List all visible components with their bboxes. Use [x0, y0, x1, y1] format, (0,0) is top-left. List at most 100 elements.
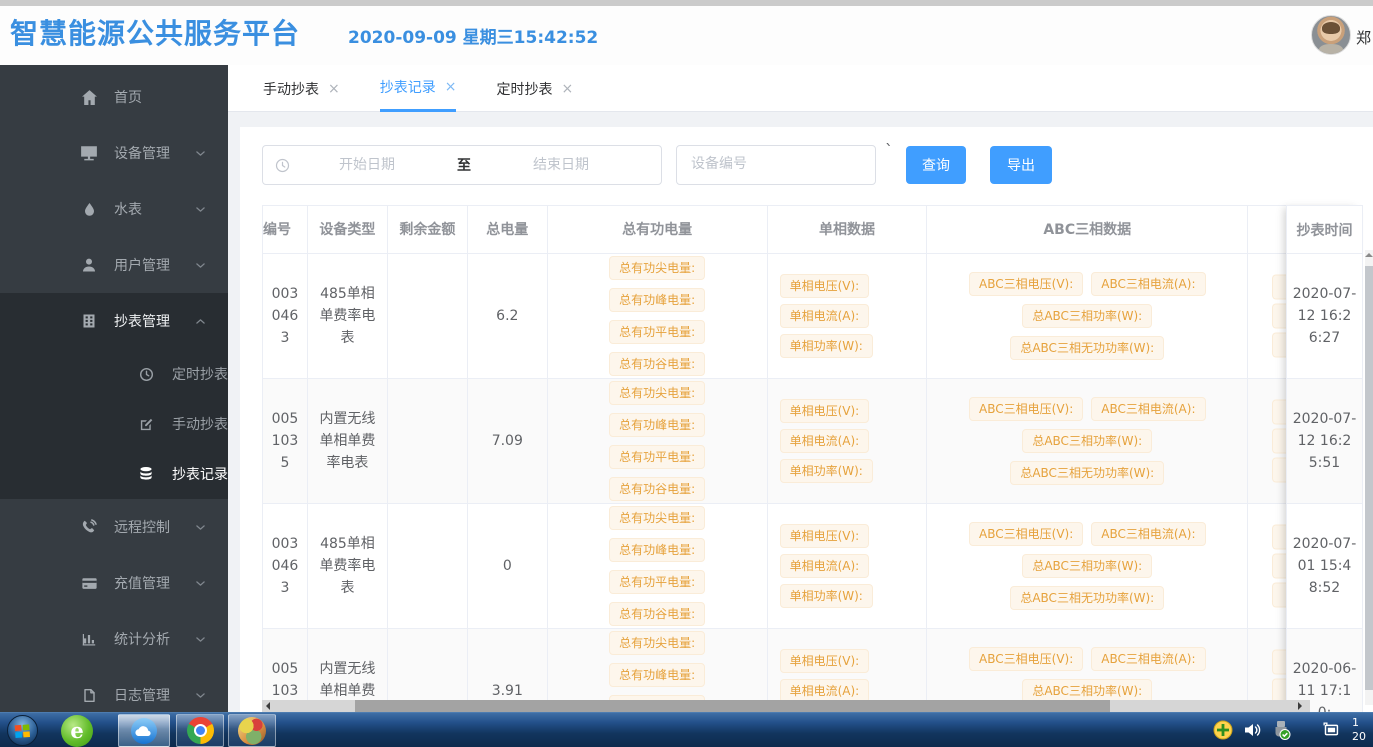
photo-app-icon [238, 717, 266, 745]
scroll-left-arrow-icon[interactable] [266, 702, 270, 710]
cell-balance [388, 254, 468, 378]
table-row: 0030463485单相单费率电表6.2总有功尖电量:总有功峰电量:总有功平电量… [262, 254, 1363, 379]
taskbar-button-photo-app[interactable] [228, 714, 276, 747]
cell-single-phase-tags: 单相电压(V):单相电流(A):单相功率(W): [768, 504, 928, 628]
user-name[interactable]: 郑 [1356, 27, 1373, 48]
cell-total-energy: 6.2 [468, 254, 548, 378]
horizontal-scrollbar-thumb[interactable] [355, 700, 1110, 712]
clipped-tag-stub [1272, 275, 1287, 300]
energy-tag: 总有功尖电量: [609, 631, 705, 655]
cell-abc-phase-tags: ABC三相电压(V):ABC三相电流(A):总ABC三相功率(W):总ABC三相… [927, 504, 1248, 628]
clipped-tag-stub [1272, 333, 1287, 358]
chevron-down-icon [194, 577, 206, 589]
chevron-down-icon [194, 633, 206, 645]
table-body: 0030463485单相单费率电表6.2总有功尖电量:总有功峰电量:总有功平电量… [262, 254, 1363, 712]
search-button[interactable]: 查询 [906, 146, 966, 184]
single-phase-tag: 单相电流(A): [780, 429, 870, 453]
cell-active-energy-tags: 总有功尖电量:总有功峰电量:总有功平电量:总有功谷电量: [548, 379, 768, 503]
sidebar-item-remote-control[interactable]: 远程控制 [0, 499, 228, 555]
cell-active-energy-tags: 总有功尖电量:总有功峰电量:总有功平电量:总有功谷电量: [548, 254, 768, 378]
abc-phase-tag: 总ABC三相无功功率(W): [1010, 336, 1164, 360]
sidebar-group-meter-reading-mgmt: 抄表管理定时抄表手动抄表抄表记录 [0, 293, 228, 499]
device-number-input[interactable] [689, 155, 863, 173]
cell-read-time: 2020-07-12 16:25:51 [1287, 379, 1362, 504]
start-button[interactable] [7, 715, 38, 746]
taskbar: e 1 [0, 712, 1373, 747]
end-date-input[interactable] [484, 156, 638, 174]
screen: 智慧能源公共服务平台 2020-09-09 星期三15:42:52 郑 首页设备… [0, 0, 1373, 747]
tray-clock[interactable]: 1 20 [1352, 716, 1373, 746]
sidebar-item-label: 统计分析 [114, 629, 170, 649]
cell-abc-phase-tags: ABC三相电压(V):ABC三相电流(A):总ABC三相功率(W):总ABC三相… [927, 254, 1248, 378]
taskbar-button-qq-browser[interactable] [118, 714, 170, 747]
abc-phase-tag: ABC三相电流(A): [1091, 522, 1205, 546]
scroll-up-arrow-icon[interactable] [1365, 253, 1373, 257]
sidebar-item-label: 定时抄表 [172, 364, 228, 384]
cell-read-time: 2020-07-12 16:26:27 [1287, 254, 1362, 379]
single-phase-tag: 单相电压(V): [780, 274, 870, 298]
tray-clock-date: 20 [1352, 730, 1373, 744]
tab-close-icon[interactable]: × [328, 81, 340, 97]
abc-phase-tag: ABC三相电压(V): [969, 647, 1083, 671]
scroll-right-arrow-icon[interactable] [1298, 702, 1302, 710]
taskbar-button-chrome[interactable] [176, 714, 224, 747]
sidebar-item-log-mgmt[interactable]: 日志管理 [0, 667, 228, 712]
vertical-scrollbar[interactable] [1365, 250, 1373, 705]
chevron-up-icon [194, 315, 206, 327]
single-phase-tag: 单相电流(A): [780, 304, 870, 328]
sidebar-item-device-mgmt[interactable]: 设备管理 [0, 125, 228, 181]
cell-device-type: 内置无线单相单费率电表 [308, 379, 388, 503]
tab-manual-reading[interactable]: 手动抄表× [263, 65, 340, 112]
cell-device-number: 0030463 [263, 254, 308, 378]
sidebar-item-scheduled-reading[interactable]: 定时抄表 [0, 349, 228, 399]
abc-phase-tag: 总ABC三相无功功率(W): [1010, 586, 1164, 610]
tab-close-icon[interactable]: × [561, 81, 573, 97]
records-icon [138, 466, 154, 482]
clipped-tag-stubs [1272, 271, 1287, 362]
usb-device-icon[interactable] [1270, 719, 1292, 741]
chrome-icon [187, 717, 214, 744]
content-card: 至 ` 查询 导出 备编号设备类型剩余金额总电量总有功电量单相数据ABC三相数据… [240, 127, 1373, 712]
vertical-scrollbar-thumb[interactable] [1365, 266, 1373, 690]
energy-tag: 总有功谷电量: [609, 477, 705, 501]
sidebar-item-reading-records[interactable]: 抄表记录 [0, 449, 228, 499]
tab-scheduled-reading[interactable]: 定时抄表× [496, 65, 573, 112]
column-header-3: 总电量 [468, 206, 548, 253]
sidebar-item-home[interactable]: 首页 [0, 69, 228, 125]
network-icon[interactable] [1320, 719, 1342, 741]
tab-close-icon[interactable]: × [445, 79, 457, 95]
speaker-icon[interactable] [1242, 719, 1264, 741]
export-button[interactable]: 导出 [990, 146, 1052, 184]
energy-tag: 总有功尖电量: [609, 256, 705, 280]
sidebar-item-meter-reading-mgmt[interactable]: 抄表管理 [0, 293, 228, 349]
sidebar-item-manual-reading[interactable]: 手动抄表 [0, 399, 228, 449]
safety-360-icon[interactable] [1212, 719, 1234, 741]
tab-reading-records[interactable]: 抄表记录× [380, 65, 457, 112]
column-header-6: ABC三相数据 [927, 206, 1248, 253]
header-datetime: 2020-09-09 星期三15:42:52 [348, 23, 598, 48]
energy-tag: 总有功谷电量: [609, 352, 705, 376]
sidebar-item-stats-analysis[interactable]: 统计分析 [0, 611, 228, 667]
taskbar-button-360-browser[interactable]: e [56, 714, 98, 747]
sidebar-item-label: 设备管理 [114, 143, 170, 163]
sidebar-item-user-mgmt[interactable]: 用户管理 [0, 237, 228, 293]
date-range-input[interactable]: 至 [262, 145, 662, 185]
start-date-input[interactable] [290, 156, 444, 174]
column-header-2: 剩余金额 [388, 206, 468, 253]
single-phase-tag: 单相电压(V): [780, 399, 870, 423]
water-icon [80, 200, 98, 218]
abc-phase-tag: 总ABC三相无功功率(W): [1010, 461, 1164, 485]
records-table: 备编号设备类型剩余金额总电量总有功电量单相数据ABC三相数据0030463485… [262, 205, 1363, 712]
avatar[interactable] [1311, 15, 1351, 55]
remote-icon [80, 518, 98, 536]
cell-active-energy-tags: 总有功尖电量:总有功峰电量:总有功平电量:总有功谷电量: [548, 504, 768, 628]
recharge-icon [80, 574, 98, 592]
sidebar-item-water-meter[interactable]: 水表 [0, 181, 228, 237]
horizontal-scrollbar[interactable] [262, 700, 1310, 712]
abc-phase-tag: 总ABC三相功率(W): [1022, 554, 1152, 578]
device-number-field[interactable] [676, 145, 876, 185]
sidebar-item-recharge-mgmt[interactable]: 充值管理 [0, 555, 228, 611]
cell-balance [388, 504, 468, 628]
clipped-tag-stubs [1272, 396, 1287, 487]
edit-icon [138, 416, 154, 432]
